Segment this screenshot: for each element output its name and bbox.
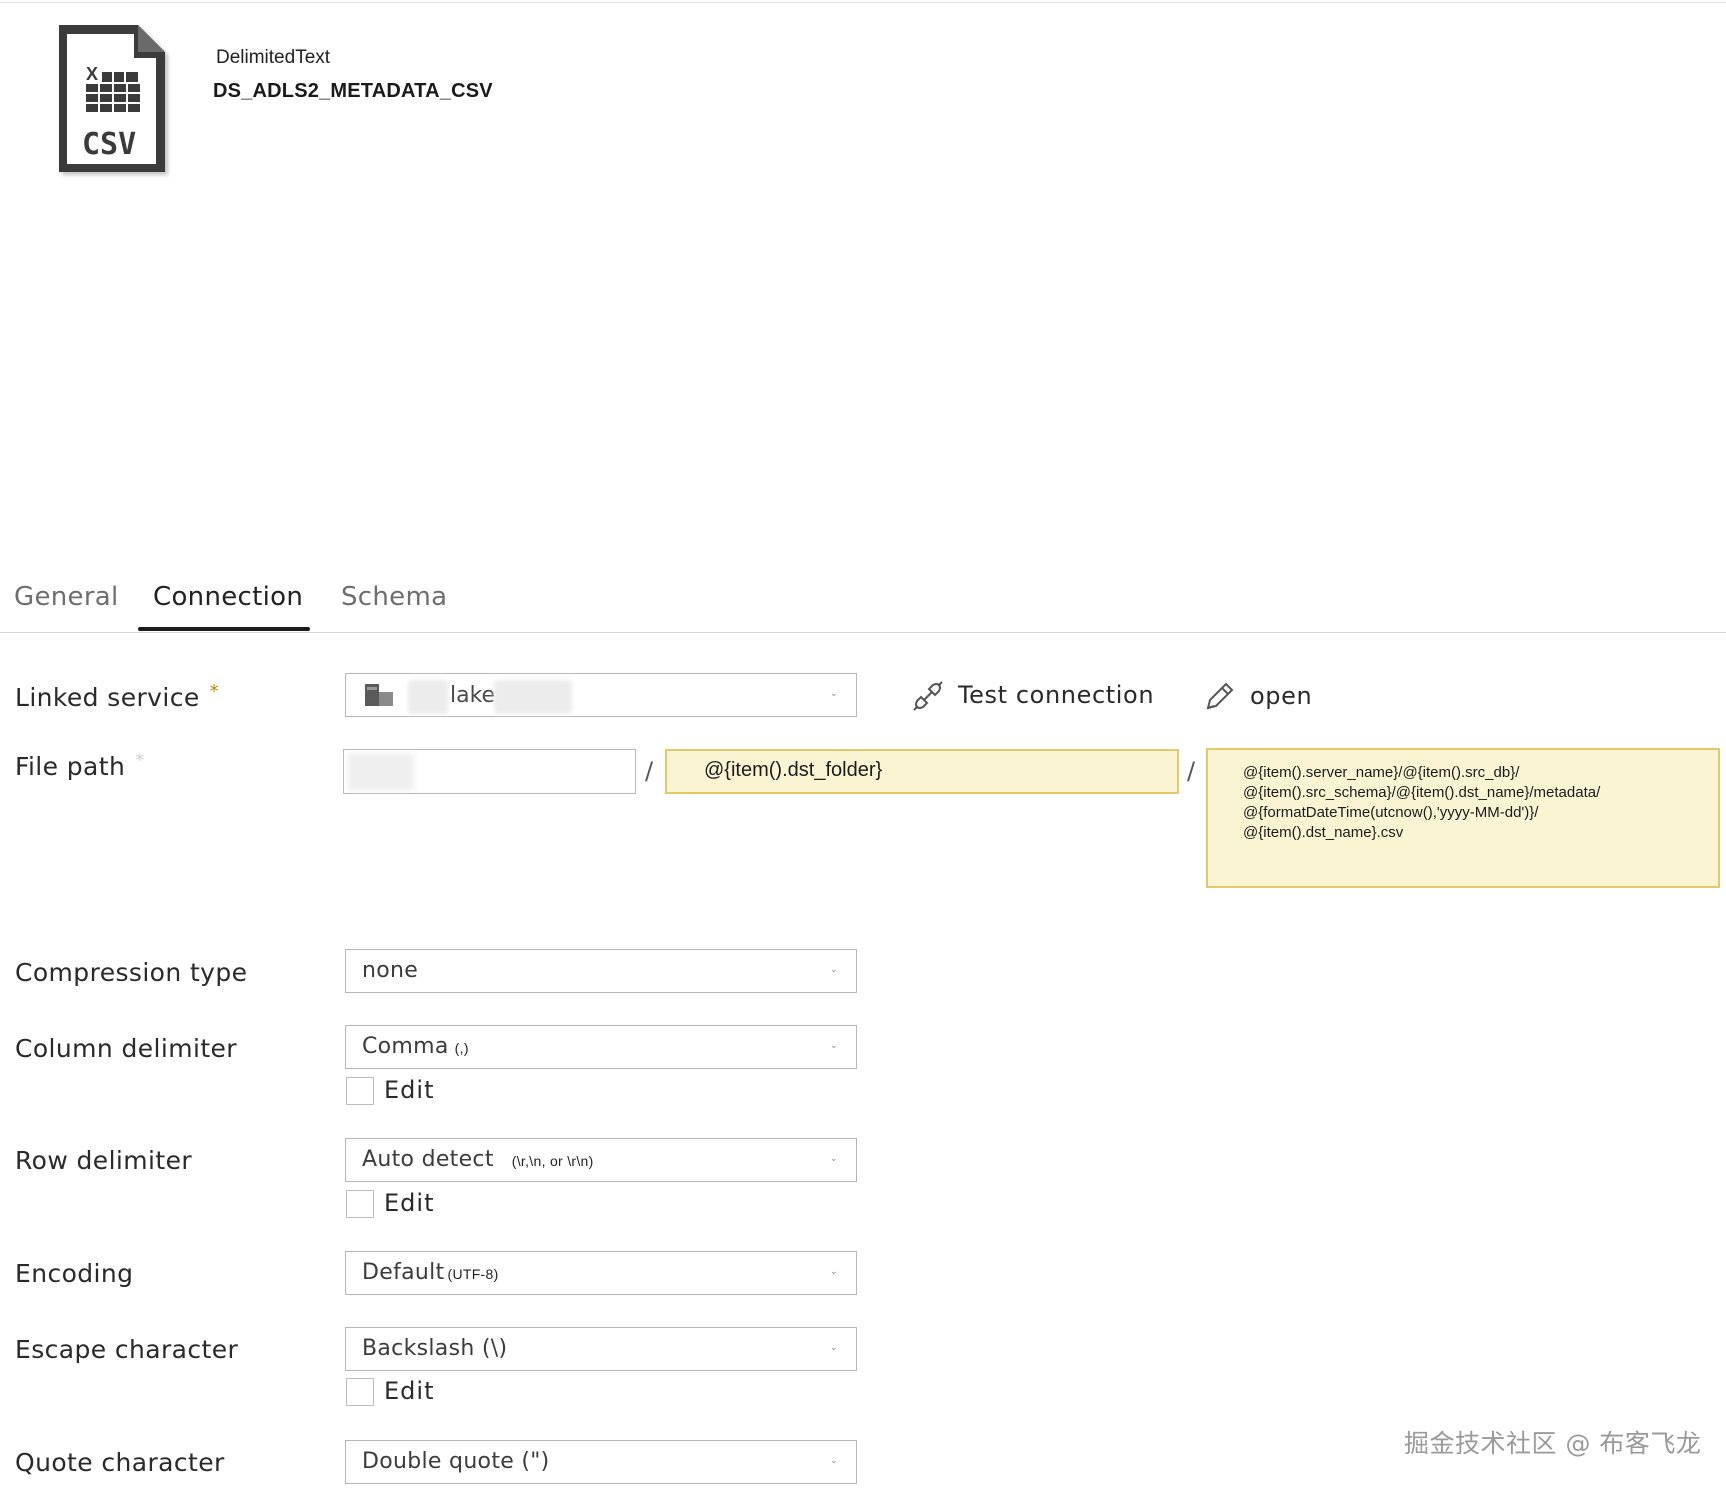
dataset-type: DelimitedText: [216, 47, 331, 68]
select-value: Double quote ("): [362, 1449, 550, 1474]
edit-checkbox-label: Edit: [384, 1189, 435, 1217]
select-hint: (,): [454, 1040, 469, 1056]
open-button[interactable]: open: [1202, 680, 1312, 714]
edit-checkbox-label: Edit: [384, 1377, 435, 1405]
active-tab-indicator: [138, 627, 310, 631]
tab-schema[interactable]: Schema: [341, 582, 447, 612]
watermark: 掘金技术社区 @ 布客飞龙: [1404, 1429, 1702, 1458]
test-connection-button[interactable]: Test connection: [912, 680, 1154, 712]
quote-character-select[interactable]: Double quote (") ⌄: [345, 1440, 857, 1484]
chevron-down-icon: ⌄: [830, 1154, 838, 1164]
escape-character-edit-checkbox[interactable]: [346, 1378, 374, 1406]
path-separator: /: [645, 757, 654, 785]
select-value: Backslash (\): [362, 1336, 508, 1361]
svg-text:X: X: [86, 64, 98, 84]
compression-type-select[interactable]: none ⌄: [345, 949, 857, 993]
chevron-down-icon: ⌄: [830, 689, 838, 699]
select-value: none: [362, 958, 419, 983]
row-delimiter-select[interactable]: Auto detect (\r,\n, or \r\n) ⌄: [345, 1138, 857, 1182]
column-delimiter-select[interactable]: Comma (,) ⌄: [345, 1025, 857, 1069]
quote-character-label: Quote character: [15, 1448, 225, 1477]
dataset-name: DS_ADLS2_METADATA_CSV: [213, 80, 493, 102]
select-value: Comma: [362, 1034, 449, 1059]
tab-divider: [0, 632, 1726, 633]
edit-checkbox-label: Edit: [384, 1076, 435, 1104]
escape-character-select[interactable]: Backslash (\) ⌄: [345, 1327, 857, 1371]
required-marker: *: [209, 681, 220, 702]
chevron-down-icon: ⌄: [830, 1041, 838, 1051]
plug-icon: [913, 681, 943, 711]
select-hint: (\r,\n, or \r\n): [511, 1153, 594, 1169]
linked-service-value: lake: [450, 683, 496, 708]
tab-general[interactable]: General: [14, 582, 119, 612]
pencil-icon: [1206, 682, 1234, 710]
chevron-down-icon: ⌄: [830, 1343, 838, 1353]
redacted-text: [408, 680, 448, 714]
chevron-down-icon: ⌄: [830, 965, 838, 975]
redacted-text: [494, 680, 572, 714]
chevron-down-icon: ⌄: [830, 1456, 838, 1466]
select-value: Auto detect: [362, 1147, 494, 1172]
top-divider: [0, 2, 1726, 3]
column-delimiter-label: Column delimiter: [15, 1034, 237, 1063]
file-system-input[interactable]: [343, 749, 636, 794]
path-separator: /: [1187, 757, 1196, 785]
csv-file-icon: X CSV: [56, 22, 170, 182]
select-value: Default: [362, 1260, 445, 1285]
required-marker: *: [135, 750, 145, 771]
escape-character-label: Escape character: [15, 1335, 239, 1364]
compression-type-label: Compression type: [15, 958, 248, 987]
tab-connection[interactable]: Connection: [153, 582, 303, 612]
chevron-down-icon: ⌄: [830, 1267, 838, 1277]
select-hint: (UTF-8): [447, 1266, 499, 1282]
expression-line: @{item().dst_name}.csv: [1243, 824, 1404, 841]
column-delimiter-edit-checkbox[interactable]: [346, 1077, 374, 1105]
row-delimiter-label: Row delimiter: [15, 1146, 193, 1175]
expression-line: @{formatDateTime(utcnow(),'yyyy-MM-dd')}…: [1243, 804, 1539, 821]
file-path-label: File path *: [15, 750, 145, 781]
directory-expression-input[interactable]: @{item().dst_folder}: [665, 749, 1179, 794]
encoding-select[interactable]: Default (UTF-8) ⌄: [345, 1251, 857, 1295]
file-name-expression-input[interactable]: @{item().server_name}/@{item().src_db}/ …: [1206, 748, 1720, 888]
row-delimiter-edit-checkbox[interactable]: [346, 1190, 374, 1218]
expression-line: @{item().server_name}/@{item().src_db}/: [1243, 764, 1520, 781]
linked-service-label: Linked service *: [15, 681, 220, 712]
csv-icon-text: CSV: [82, 127, 136, 162]
expression-line: @{item().src_schema}/@{item().dst_name}/…: [1243, 784, 1601, 801]
encoding-label: Encoding: [15, 1259, 134, 1288]
storage-account-icon: [365, 684, 393, 706]
